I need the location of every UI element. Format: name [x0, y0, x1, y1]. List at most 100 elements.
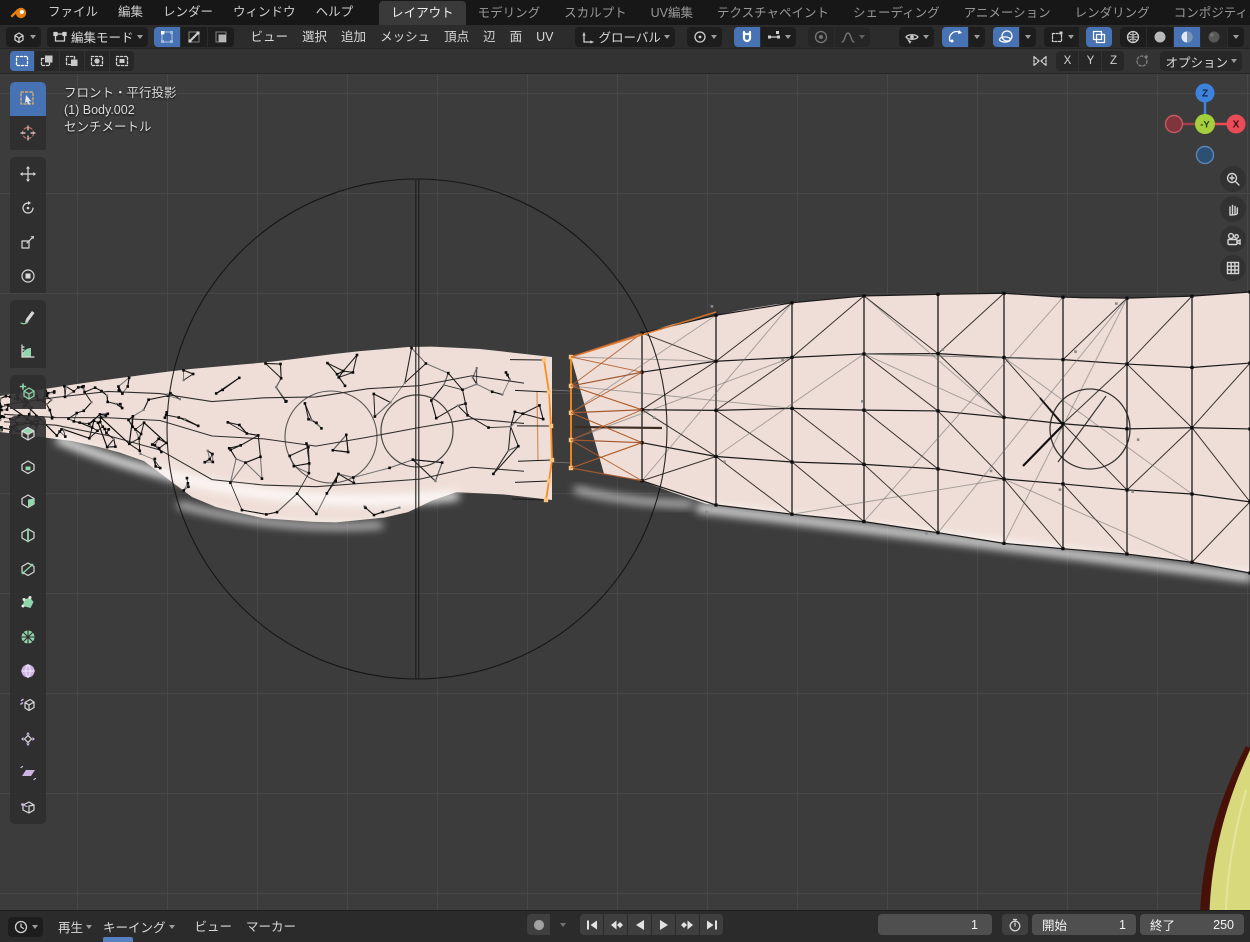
play-reverse-button[interactable]	[628, 914, 651, 935]
select-intersect-button[interactable]	[110, 51, 134, 71]
navigation-gizmo[interactable]: Z X -Y	[1163, 82, 1247, 169]
tab-modeling[interactable]: モデリング	[466, 1, 553, 25]
menu-view[interactable]: ビュー	[244, 25, 296, 49]
blender-logo-icon[interactable]	[8, 4, 30, 22]
tab-sculpting[interactable]: スカルプト	[552, 1, 639, 25]
frame-end-field[interactable]: 終了 250	[1140, 914, 1244, 935]
tool-transform[interactable]	[10, 259, 46, 293]
tab-layout[interactable]: レイアウト	[379, 1, 466, 25]
tool-poly-build[interactable]	[10, 586, 46, 620]
zoom-button[interactable]	[1220, 166, 1246, 192]
frame-start-field[interactable]: 開始 1	[1032, 914, 1136, 935]
menu-render[interactable]: レンダー	[153, 0, 223, 25]
tab-animation[interactable]: アニメーション	[952, 1, 1063, 25]
tool-add-cube[interactable]	[10, 375, 46, 409]
select-set-button[interactable]	[10, 51, 34, 71]
menu-mesh[interactable]: メッシュ	[373, 25, 437, 49]
previous-keyframe-button[interactable]	[604, 914, 627, 935]
tool-shrink-fatten[interactable]	[10, 722, 46, 756]
shading-solid-button[interactable]	[1147, 27, 1173, 47]
tool-spin[interactable]	[10, 620, 46, 654]
vertex-select-mode-button[interactable]	[154, 27, 180, 47]
menu-file[interactable]: ファイル	[38, 0, 108, 25]
tool-extrude-region[interactable]	[10, 416, 46, 450]
proportional-falloff-selector[interactable]	[835, 27, 870, 47]
tool-bevel[interactable]	[10, 484, 46, 518]
timeline-view-menu[interactable]: ビュー	[188, 915, 240, 939]
pan-hand-button[interactable]	[1220, 196, 1246, 222]
auto-keying-options[interactable]	[551, 914, 574, 935]
tool-select-box[interactable]	[10, 82, 46, 116]
3d-viewport-canvas[interactable]	[0, 74, 1250, 912]
tool-loop-cut[interactable]	[10, 518, 46, 552]
tool-rip-region[interactable]	[10, 790, 46, 824]
mirror-y-button[interactable]: Y	[1079, 51, 1101, 71]
mesh-edit-overlay-selector[interactable]	[1044, 27, 1079, 47]
select-invert-button[interactable]	[85, 51, 109, 71]
editor-type-selector[interactable]	[6, 27, 41, 47]
overlays-options[interactable]	[1020, 27, 1036, 47]
tool-annotate[interactable]	[10, 300, 46, 334]
shading-rendered-button[interactable]	[1201, 27, 1227, 47]
gizmo-options[interactable]	[969, 27, 985, 47]
mirror-z-button[interactable]: Z	[1102, 51, 1124, 71]
xray-toggle[interactable]	[1086, 27, 1112, 47]
tool-scale[interactable]	[10, 225, 46, 259]
transform-orientation-selector[interactable]: グローバル	[575, 27, 675, 47]
tab-rendering[interactable]: レンダリング	[1063, 1, 1162, 25]
object-type-visibility[interactable]	[899, 27, 934, 47]
current-frame-field[interactable]: 1	[878, 914, 992, 935]
show-gizmo-toggle[interactable]	[942, 27, 968, 47]
menu-edit[interactable]: 編集	[108, 0, 153, 25]
snap-target-selector[interactable]	[761, 27, 796, 47]
tool-edge-slide[interactable]	[10, 688, 46, 722]
tool-shear[interactable]	[10, 756, 46, 790]
tab-uv-editing[interactable]: UV編集	[639, 1, 705, 25]
snap-toggle[interactable]	[734, 27, 760, 47]
tool-measure[interactable]	[10, 334, 46, 368]
tab-shading[interactable]: シェーディング	[841, 1, 952, 25]
menu-uv[interactable]: UV	[529, 25, 560, 49]
timeline-marker-menu[interactable]: マーカー	[239, 915, 303, 939]
auto-keying-button[interactable]	[527, 914, 550, 935]
mode-selector[interactable]: 編集モード	[47, 27, 148, 47]
tool-smooth[interactable]	[10, 654, 46, 688]
tool-inset-faces[interactable]	[10, 450, 46, 484]
jump-to-start-button[interactable]	[580, 914, 603, 935]
playback-menu[interactable]: 再生	[53, 917, 97, 937]
tab-texture-paint[interactable]: テクスチャペイント	[705, 1, 841, 25]
jump-to-end-button[interactable]	[700, 914, 723, 935]
snap-base-icon[interactable]	[1134, 53, 1150, 69]
shading-material-button[interactable]	[1174, 27, 1200, 47]
tool-rotate[interactable]	[10, 191, 46, 225]
menu-face[interactable]: 面	[503, 25, 530, 49]
select-subtract-button[interactable]	[60, 51, 84, 71]
menu-add[interactable]: 追加	[334, 25, 373, 49]
show-overlays-toggle[interactable]	[993, 27, 1019, 47]
mirror-x-button[interactable]: X	[1056, 51, 1078, 71]
pivot-point-selector[interactable]	[687, 27, 722, 47]
timeline-editor-selector[interactable]	[8, 917, 43, 937]
keying-menu[interactable]: キーイング	[98, 917, 180, 937]
shading-wireframe-button[interactable]	[1120, 27, 1146, 47]
tool-cursor[interactable]	[10, 116, 46, 150]
menu-help[interactable]: ヘルプ	[306, 0, 364, 25]
ortho-perspective-toggle[interactable]	[1220, 255, 1246, 281]
tab-compositing[interactable]: コンポジティング	[1162, 1, 1250, 25]
proportional-editing-toggle[interactable]	[808, 27, 834, 47]
menu-edge[interactable]: 辺	[476, 25, 503, 49]
edge-select-mode-button[interactable]	[181, 27, 207, 47]
current-frame-indicator[interactable]	[103, 937, 133, 942]
play-button[interactable]	[652, 914, 675, 935]
use-preview-range-button[interactable]	[1002, 914, 1028, 935]
shading-options[interactable]	[1228, 27, 1244, 47]
menu-select[interactable]: 選択	[295, 25, 334, 49]
camera-view-button[interactable]	[1220, 226, 1246, 252]
menu-window[interactable]: ウィンドウ	[223, 0, 306, 25]
tool-options-dropdown[interactable]: オプション	[1160, 51, 1242, 71]
next-keyframe-button[interactable]	[676, 914, 699, 935]
tool-knife[interactable]	[10, 552, 46, 586]
face-select-mode-button[interactable]	[208, 27, 234, 47]
tool-move[interactable]	[10, 157, 46, 191]
menu-vertex[interactable]: 頂点	[437, 25, 476, 49]
